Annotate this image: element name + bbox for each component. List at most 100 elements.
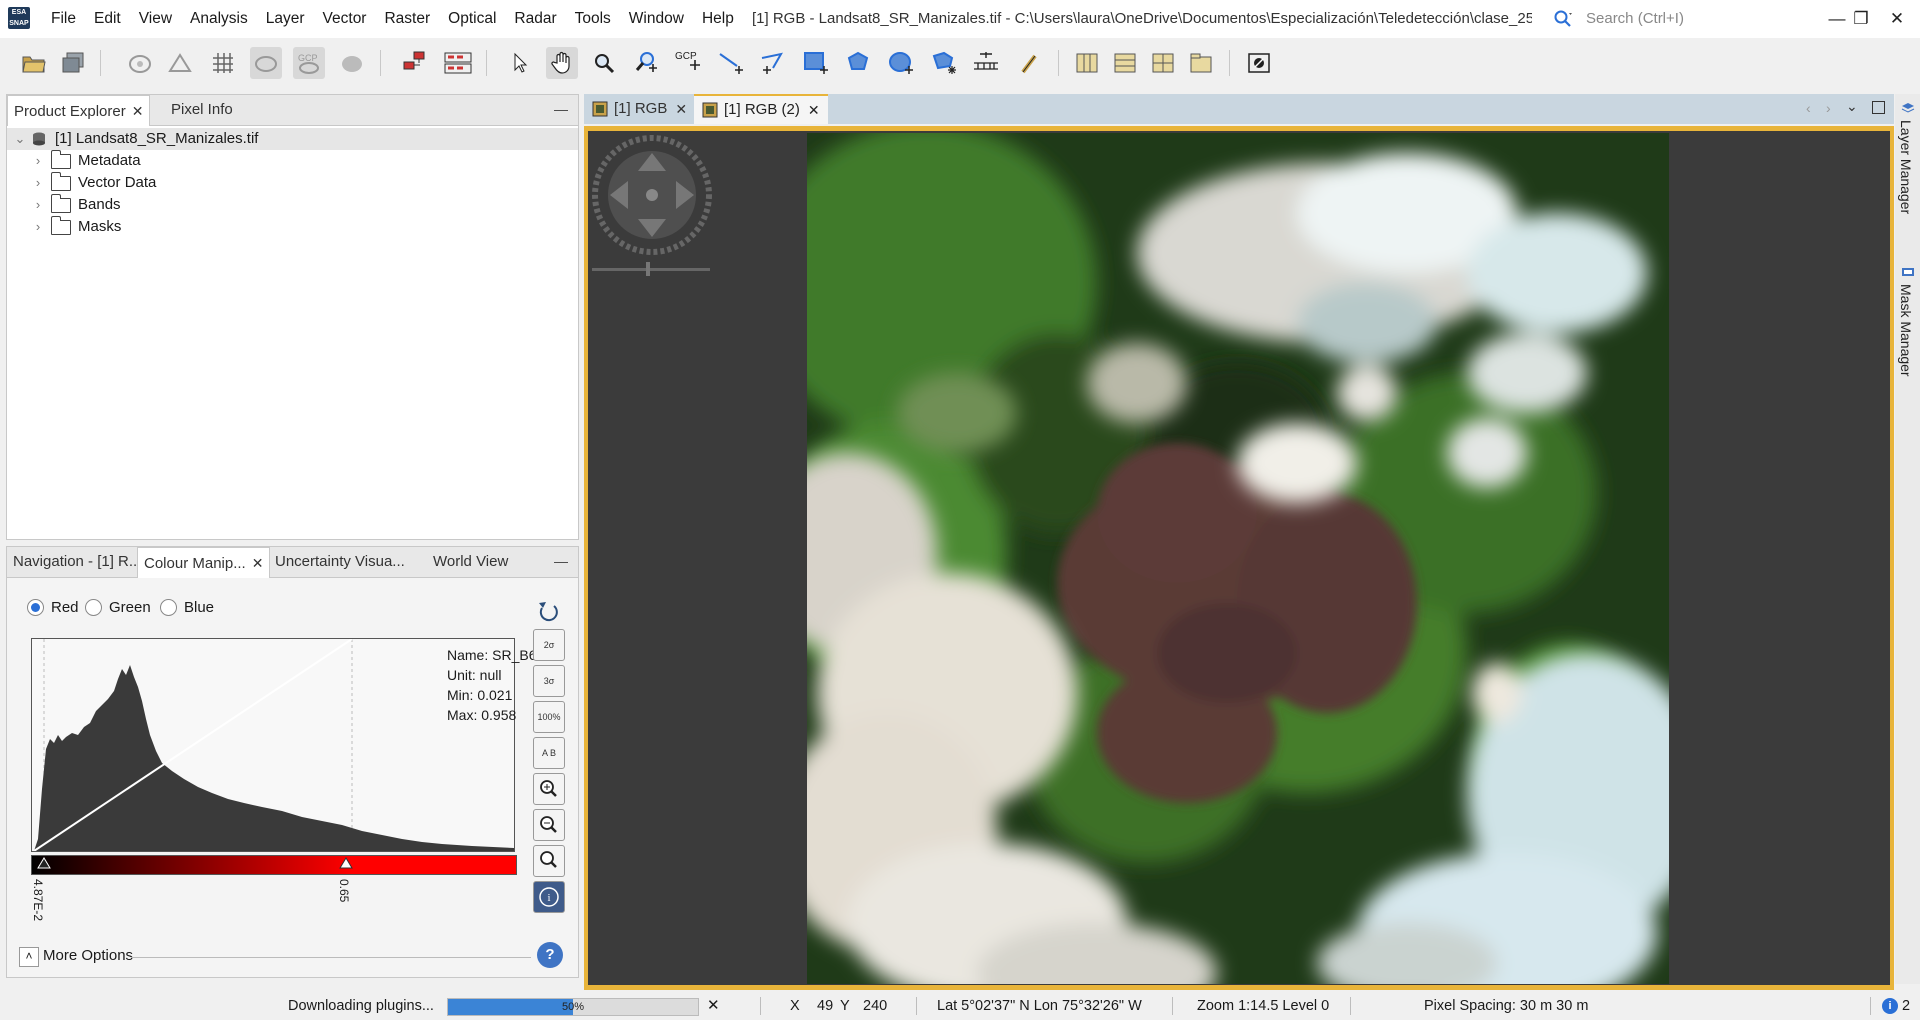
zoom-out-vertical-icon[interactable]: [533, 809, 565, 841]
tree-node-bands[interactable]: › Bands: [31, 193, 121, 216]
batch-processing-icon[interactable]: [442, 47, 474, 79]
scroll-left-icon[interactable]: ‹: [1806, 100, 1811, 116]
tab-navigation[interactable]: Navigation - [1] R...: [7, 547, 147, 577]
close-icon[interactable]: ✕: [252, 555, 264, 571]
cancel-task-icon[interactable]: ✕: [707, 992, 720, 1020]
radio-indicator[interactable]: [160, 599, 177, 616]
ellipse-tool-icon[interactable]: [885, 47, 917, 79]
pin-manager-icon[interactable]: [124, 47, 156, 79]
sync-views-icon[interactable]: [1243, 47, 1275, 79]
menu-help[interactable]: Help: [693, 0, 743, 38]
world-map-icon[interactable]: [336, 47, 368, 79]
search-input[interactable]: Search (Ctrl+I): [1580, 7, 1754, 31]
menu-layer[interactable]: Layer: [257, 0, 314, 38]
save-product-icon[interactable]: [58, 47, 90, 79]
menu-raster[interactable]: Raster: [375, 0, 439, 38]
tree-node-masks[interactable]: › Masks: [31, 215, 121, 238]
select-tool-icon[interactable]: [504, 47, 536, 79]
reset-defaults-button[interactable]: [533, 595, 563, 625]
tab-pixel-info[interactable]: Pixel Info: [165, 95, 239, 125]
polygon-tool-icon[interactable]: [842, 47, 874, 79]
minimize-icon[interactable]: —: [554, 553, 568, 569]
radio-red[interactable]: Red: [27, 599, 79, 616]
radio-indicator[interactable]: [85, 599, 102, 616]
close-icon[interactable]: ✕: [675, 94, 687, 124]
radio-blue[interactable]: Blue: [160, 599, 214, 616]
tree-node-metadata[interactable]: › Metadata: [31, 149, 141, 172]
gcp-tool-icon[interactable]: GCP: [672, 47, 704, 79]
radio-indicator[interactable]: [27, 599, 44, 616]
tab-uncertainty[interactable]: Uncertainty Visua...: [269, 547, 411, 577]
stretch-100-button[interactable]: 100%: [533, 701, 565, 733]
notification-icon[interactable]: i: [1882, 998, 1898, 1014]
graph-builder-icon[interactable]: [398, 47, 430, 79]
line-tool-icon[interactable]: [715, 47, 747, 79]
tab-list-dropdown-icon[interactable]: ⌄: [1846, 98, 1858, 115]
chevron-right-icon[interactable]: ›: [31, 172, 45, 194]
pan-tool-icon[interactable]: [546, 47, 578, 79]
zoom-in-vertical-icon[interactable]: [533, 773, 565, 805]
stretch-3sigma-button[interactable]: 3σ: [533, 665, 565, 697]
tile-horizontally-icon[interactable]: [1109, 47, 1141, 79]
zoom-horizontal-icon[interactable]: [533, 845, 565, 877]
tile-vertically-icon[interactable]: [1147, 47, 1179, 79]
slider-min-label[interactable]: 4.87E-2: [29, 879, 47, 921]
zoom-slider-thumb[interactable]: [646, 262, 650, 276]
tile-single-icon[interactable]: [1185, 47, 1217, 79]
rectangle-tool-icon[interactable]: [800, 47, 832, 79]
more-options-label[interactable]: More Options: [43, 947, 133, 964]
polyline-tool-icon[interactable]: [757, 47, 789, 79]
zoom-tool-icon[interactable]: [588, 47, 620, 79]
menu-edit[interactable]: Edit: [85, 0, 130, 38]
navigation-compass-icon[interactable]: [590, 133, 714, 257]
menu-analysis[interactable]: Analysis: [181, 0, 257, 38]
chevron-right-icon[interactable]: ›: [31, 216, 45, 238]
magic-wand-icon[interactable]: [928, 47, 960, 79]
menu-file[interactable]: File: [42, 0, 85, 38]
tab-world-view[interactable]: World View: [427, 547, 514, 577]
menu-optical[interactable]: Optical: [439, 0, 505, 38]
minimize-icon[interactable]: —: [554, 101, 568, 117]
slider-max-label[interactable]: 0.65: [335, 879, 353, 902]
help-icon[interactable]: ?: [537, 942, 563, 968]
zoom-slider-track[interactable]: [592, 268, 710, 271]
tab-rgb-view[interactable]: [1] RGB ✕: [592, 94, 687, 124]
chevron-down-icon[interactable]: ⌄: [13, 128, 27, 150]
notification-count[interactable]: 2: [1902, 992, 1910, 1020]
gcp-manager-icon[interactable]: [164, 47, 196, 79]
satellite-image[interactable]: [807, 133, 1669, 984]
range-finder-icon[interactable]: [970, 47, 1002, 79]
close-icon[interactable]: ✕: [808, 95, 820, 125]
open-product-icon[interactable]: [18, 47, 50, 79]
tab-colour-manipulation[interactable]: Colour Manip... ✕: [137, 547, 271, 578]
close-icon[interactable]: ✕: [132, 103, 144, 119]
graticule-icon[interactable]: [207, 47, 239, 79]
zoom-in-tool-icon[interactable]: [630, 47, 662, 79]
scroll-right-icon[interactable]: ›: [1826, 100, 1831, 116]
tree-node-vector-data[interactable]: › Vector Data: [31, 171, 156, 194]
more-options-toggle-icon[interactable]: ˄: [19, 947, 39, 967]
tile-evenly-icon[interactable]: [1071, 47, 1103, 79]
menu-window[interactable]: Window: [620, 0, 693, 38]
radio-green[interactable]: Green: [85, 599, 151, 616]
chevron-right-icon[interactable]: ›: [31, 194, 45, 216]
pin-tool-icon[interactable]: [1014, 47, 1046, 79]
menu-view[interactable]: View: [130, 0, 181, 38]
menu-vector[interactable]: Vector: [314, 0, 376, 38]
maximize-view-icon[interactable]: [1872, 101, 1885, 114]
stretch-2sigma-button[interactable]: 2σ: [533, 629, 565, 661]
layer-manager-tab[interactable]: Layer Manager: [1898, 120, 1914, 214]
histogram[interactable]: Name: SR_B6 Unit: null Min: 0.021 Max: 0…: [31, 638, 536, 852]
chevron-right-icon[interactable]: ›: [31, 150, 45, 172]
close-window-button[interactable]: ✕: [1874, 0, 1920, 38]
info-toggle-icon[interactable]: i: [533, 881, 565, 913]
colour-ramp-bar[interactable]: [31, 855, 517, 875]
tree-product[interactable]: ⌄ [1] Landsat8_SR_Manizales.tif: [7, 128, 578, 150]
overlay-icon[interactable]: [250, 47, 282, 79]
menu-tools[interactable]: Tools: [566, 0, 620, 38]
tab-product-explorer[interactable]: Product Explorer ✕: [7, 95, 151, 126]
mask-manager-tab[interactable]: Mask Manager: [1898, 284, 1914, 377]
tab-rgb2-view[interactable]: [1] RGB (2) ✕: [694, 94, 828, 124]
distribute-ab-button[interactable]: A B: [533, 737, 565, 769]
menu-radar[interactable]: Radar: [505, 0, 565, 38]
